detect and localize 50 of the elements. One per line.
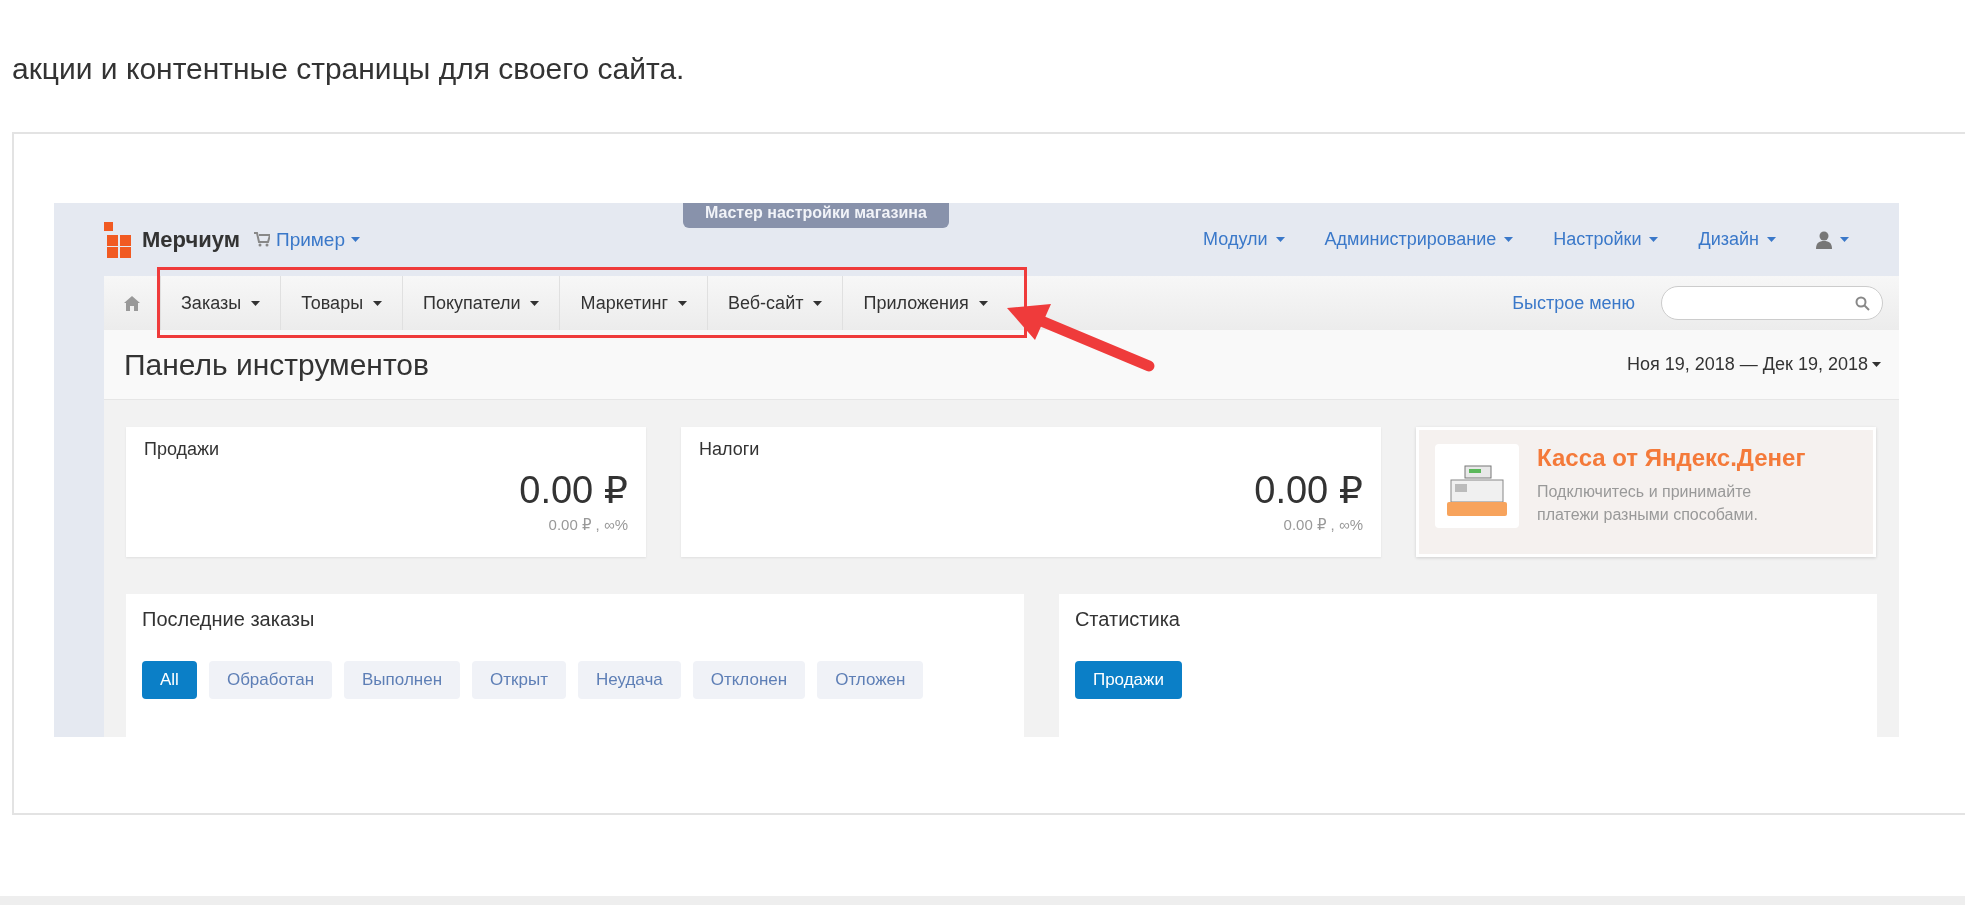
- panel-title: Последние заказы: [142, 608, 316, 631]
- wizard-button[interactable]: Мастер настройки магазина: [683, 203, 949, 228]
- filter-chip[interactable]: Обработан: [208, 661, 333, 699]
- panel-title: Статистика: [1074, 608, 1181, 631]
- top-menu-item[interactable]: Модули: [1203, 229, 1285, 250]
- caret-icon: [813, 300, 823, 306]
- quick-menu-link[interactable]: Быстрое меню: [1506, 291, 1641, 315]
- filter-chip[interactable]: All: [142, 661, 197, 699]
- date-range-picker[interactable]: Ноя 19, 2018 — Дек 19, 2018: [1627, 354, 1881, 375]
- cash-register-icon: [1435, 444, 1519, 528]
- page-title: Панель инструментов: [124, 347, 429, 382]
- filter-chip[interactable]: Выполнен: [344, 661, 461, 699]
- top-menu-item[interactable]: Настройки: [1553, 229, 1659, 250]
- caret-icon: [978, 300, 988, 306]
- caret-icon: [530, 300, 540, 306]
- filter-chip[interactable]: Неудача: [577, 661, 681, 699]
- caret-icon: [251, 300, 261, 306]
- store-link[interactable]: Пример: [275, 228, 345, 251]
- caret-icon: [1275, 237, 1285, 242]
- cart-icon: [253, 232, 270, 247]
- stat-value: 0.00 ₽: [1254, 468, 1363, 512]
- home-icon[interactable]: [124, 295, 140, 311]
- stat-value: 0.00 ₽: [519, 468, 628, 512]
- article-text: акции и контентные страницы для своего сайта.: [12, 52, 685, 86]
- search-field[interactable]: [1661, 286, 1883, 320]
- stat-label: Налоги: [699, 439, 761, 460]
- stat-label: Продажи: [144, 439, 221, 460]
- caret-icon: [678, 300, 687, 306]
- caret-icon: [1767, 237, 1776, 242]
- caret-icon: [351, 237, 360, 242]
- caret-icon: [1504, 237, 1514, 242]
- filter-chip[interactable]: Отклонен: [692, 661, 806, 699]
- user-icon[interactable]: [1816, 230, 1832, 249]
- logo-icon: [104, 221, 134, 258]
- brand-name: Мерчиум: [142, 226, 240, 253]
- caret-icon: [1649, 237, 1659, 242]
- promo-title: Касса от Яндекс.Денег: [1537, 444, 1807, 472]
- stat-change: 0.00 ₽ , ∞%: [1283, 516, 1363, 534]
- caret-icon: [1872, 362, 1881, 367]
- caret-icon: [1840, 237, 1849, 242]
- top-menu-item[interactable]: Дизайн: [1698, 229, 1776, 250]
- filter-chip[interactable]: Отложен: [817, 661, 924, 699]
- stat-change: 0.00 ₽ , ∞%: [548, 516, 628, 534]
- search-icon: [1855, 295, 1870, 311]
- top-menu-item[interactable]: Администрирование: [1324, 229, 1514, 250]
- promo-card[interactable]: Касса от Яндекс.Денег Подключитесь и принимайте платежи разными способами.: [1416, 427, 1876, 557]
- promo-text: Подключитесь и принимайте платежи разными способами.: [1537, 482, 1759, 526]
- stat-tab[interactable]: Продажи: [1074, 661, 1182, 699]
- caret-icon: [373, 300, 383, 306]
- filter-chip[interactable]: Открыт: [472, 661, 566, 699]
